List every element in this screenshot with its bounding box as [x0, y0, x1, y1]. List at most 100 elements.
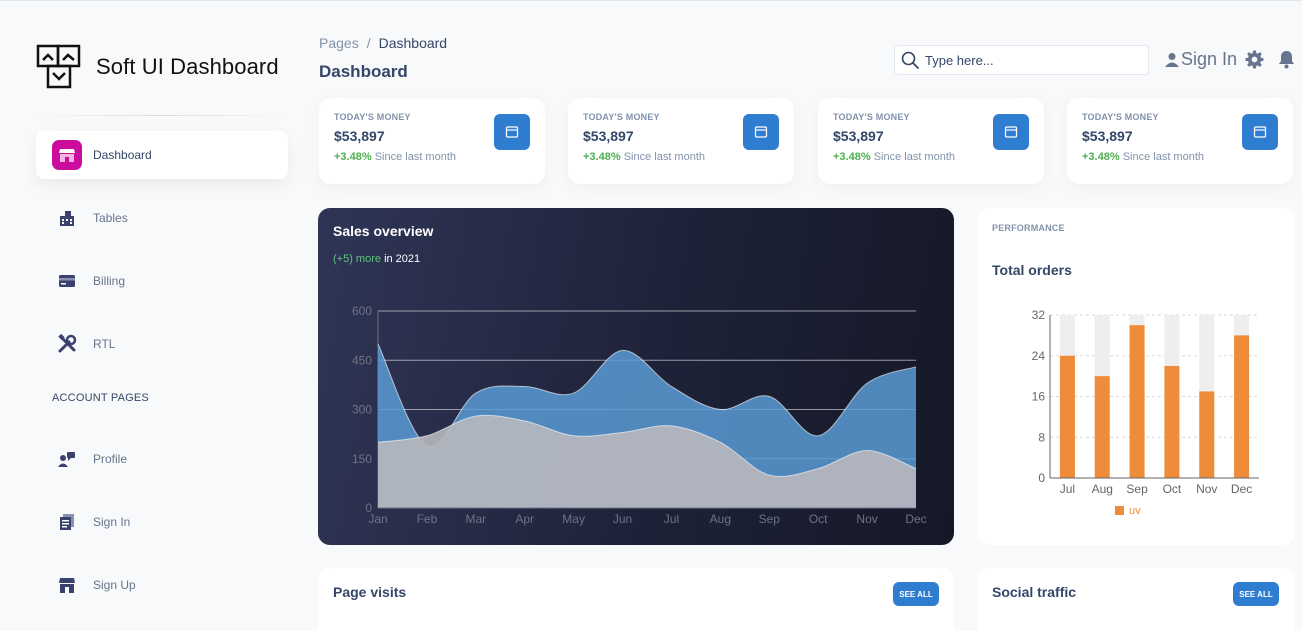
- window-icon: [1004, 126, 1018, 138]
- stat-label: TODAY'S MONEY: [334, 112, 411, 122]
- stat-note: Since last month: [1122, 151, 1205, 163]
- sidebar-item-profile[interactable]: Profile: [36, 435, 288, 483]
- stat-note: Since last month: [873, 151, 956, 163]
- search-icon: [901, 51, 919, 69]
- sidebar-item-rtl[interactable]: RTL: [36, 320, 288, 368]
- bell-icon[interactable]: [1278, 50, 1295, 69]
- dashboard-logo-icon: [36, 44, 81, 89]
- x-tick-label: Apr: [515, 512, 534, 526]
- x-tick-label: Dec: [905, 512, 926, 526]
- stat-icon-button[interactable]: [743, 114, 779, 150]
- bar: [1059, 355, 1075, 478]
- legend-label: uv: [1129, 505, 1141, 517]
- page-visits-card: Page visits SEE ALL: [318, 568, 954, 631]
- see-all-button[interactable]: SEE ALL: [1233, 582, 1279, 606]
- search-box[interactable]: [894, 45, 1149, 75]
- stat-icon-button[interactable]: [993, 114, 1029, 150]
- social-traffic-title: Social traffic: [992, 584, 1077, 600]
- sidebar-item-label: Sign In: [93, 515, 131, 529]
- stat-value: $53,897: [1082, 128, 1133, 144]
- x-tick-label: May: [562, 512, 585, 526]
- stat-change: +3.48%: [583, 151, 621, 163]
- stat-icon-button[interactable]: [1242, 114, 1278, 150]
- page-visits-title: Page visits: [333, 584, 407, 600]
- sales-subtitle-rest: in 2021: [384, 253, 421, 265]
- document-icon: [52, 507, 82, 537]
- sales-highlight: (+5) more: [333, 253, 381, 265]
- stat-change: +3.48%: [334, 151, 372, 163]
- sidebar-item-tables[interactable]: Tables: [36, 194, 288, 242]
- legend-swatch: [1115, 506, 1124, 515]
- signin-link[interactable]: Sign In: [1164, 49, 1237, 70]
- y-tick-label: 600: [352, 304, 372, 318]
- window-icon: [1253, 126, 1267, 138]
- x-tick-label: Oct: [1163, 482, 1182, 496]
- sidebar-divider: [36, 115, 288, 116]
- x-tick-label: Oct: [809, 512, 828, 526]
- stat-label: TODAY'S MONEY: [833, 112, 910, 122]
- stat-card: TODAY'S MONEY $53,897 +3.48% Since last …: [1067, 98, 1293, 184]
- x-tick-label: Jan: [368, 512, 387, 526]
- stat-value: $53,897: [583, 128, 634, 144]
- breadcrumb-separator: /: [366, 35, 371, 51]
- sidebar-item-label: RTL: [93, 337, 116, 351]
- sidebar-item-label: Dashboard: [93, 148, 152, 162]
- sidebar-item-dashboard[interactable]: Dashboard: [36, 131, 288, 179]
- orders-bar-chart: 0 8 16 24 32 Jul Aug Sep Oct Nov Dec uv: [1032, 308, 1259, 517]
- y-tick-label: 150: [352, 452, 372, 466]
- sidebar-item-signup[interactable]: Sign Up: [36, 561, 288, 609]
- y-tick-label: 24: [1032, 349, 1046, 363]
- stat-card: TODAY'S MONEY $53,897 +3.48% Since last …: [568, 98, 794, 184]
- x-tick-label: Aug: [710, 512, 731, 526]
- breadcrumb-current: Dashboard: [378, 35, 448, 51]
- stat-card: TODAY'S MONEY $53,897 +3.48% Since last …: [319, 98, 545, 184]
- section-title-account-pages: ACCOUNT PAGES: [52, 392, 149, 404]
- see-all-button[interactable]: SEE ALL: [893, 582, 939, 606]
- sidebar-item-signin[interactable]: Sign In: [36, 498, 288, 546]
- brand[interactable]: Soft UI Dashboard: [36, 44, 279, 90]
- x-tick-label: Feb: [417, 512, 438, 526]
- user-icon: [1165, 52, 1179, 67]
- y-tick-label: 450: [352, 353, 372, 367]
- sidebar-item-label: Sign Up: [93, 578, 136, 592]
- sales-overview-card: 0 150 300 450 600 Jan Feb Mar Apr May Jun Jul Aug Sep…: [318, 208, 954, 545]
- stat-change: +3.48%: [1082, 151, 1120, 163]
- y-tick-label: 32: [1032, 308, 1046, 322]
- x-tick-label: Sep: [1126, 482, 1148, 496]
- sales-title: Sales overview: [333, 223, 434, 239]
- social-traffic-card: Social traffic SEE ALL: [977, 568, 1295, 631]
- gear-icon[interactable]: [1245, 50, 1264, 69]
- bar: [1164, 365, 1180, 478]
- shop-icon: [52, 570, 82, 600]
- office-icon: [52, 203, 82, 233]
- search-input[interactable]: [925, 52, 1135, 68]
- stat-footnote: +3.48% Since last month: [334, 151, 456, 163]
- total-orders-card: PERFORMANCE Total orders 0 8 16 24 32 Jul Aug S…: [978, 208, 1295, 545]
- sales-subtitle: (+5) more in 2021: [333, 253, 420, 265]
- y-tick-label: 8: [1038, 430, 1045, 444]
- x-tick-label: Nov: [856, 512, 877, 526]
- bar: [1199, 391, 1215, 478]
- x-tick-label: Nov: [1196, 482, 1217, 496]
- breadcrumb-parent[interactable]: Pages: [319, 35, 359, 51]
- stat-footnote: +3.48% Since last month: [583, 151, 705, 163]
- y-tick-label: 300: [352, 403, 372, 417]
- stat-value: $53,897: [334, 128, 385, 144]
- x-tick-label: Dec: [1231, 482, 1252, 496]
- stat-footnote: +3.48% Since last month: [833, 151, 955, 163]
- stat-icon-button[interactable]: [494, 114, 530, 150]
- breadcrumb: Pages / Dashboard: [319, 35, 447, 51]
- credit-card-icon: [52, 266, 82, 296]
- y-tick-label: 16: [1032, 390, 1046, 404]
- window-icon: [754, 126, 768, 138]
- sidebar-item-label: Tables: [93, 211, 128, 225]
- sidebar-item-billing[interactable]: Billing: [36, 257, 288, 305]
- tools-icon: [52, 329, 82, 359]
- window-icon: [505, 126, 519, 138]
- x-tick-label: Jul: [664, 512, 679, 526]
- bar: [1129, 325, 1145, 478]
- page-title: Dashboard: [319, 62, 408, 81]
- x-tick-label: Jul: [1060, 482, 1075, 496]
- signin-label: Sign In: [1181, 49, 1238, 69]
- stat-footnote: +3.48% Since last month: [1082, 151, 1204, 163]
